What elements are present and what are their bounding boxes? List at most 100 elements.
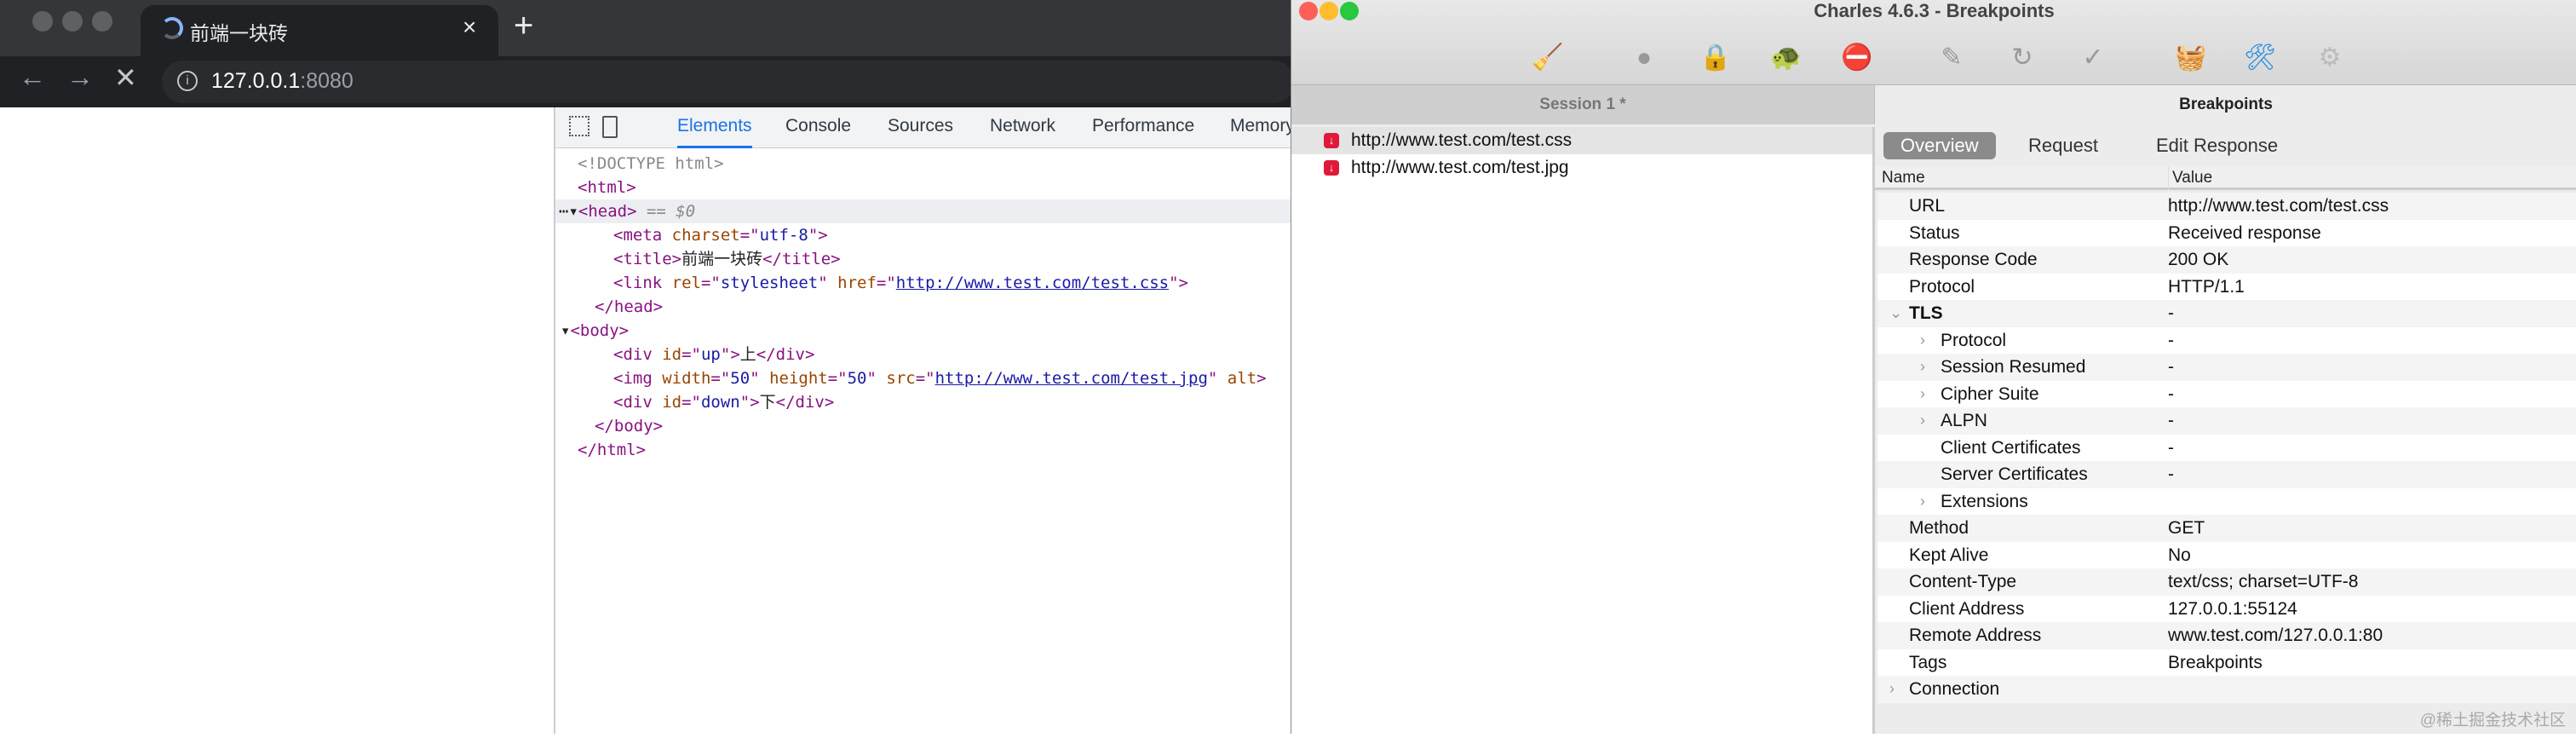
inspect-element-icon[interactable]: [569, 116, 589, 136]
dom-img[interactable]: <img width="50" height="50" src="http://…: [555, 366, 1292, 390]
ssl-proxy-lock-icon[interactable]: 🔒: [1699, 43, 1731, 73]
close-tab-icon[interactable]: ×: [463, 14, 476, 41]
back-icon[interactable]: ←: [19, 61, 46, 93]
tools-icon[interactable]: 🛠: [2244, 43, 2276, 73]
table-row[interactable]: › Connection: [1877, 676, 2576, 703]
tab-sources[interactable]: Sources: [888, 116, 953, 136]
dom-head-close[interactable]: </head>: [555, 295, 1292, 319]
dom-div-down[interactable]: <div id="down">下</div>: [555, 390, 1292, 414]
validate-check-icon[interactable]: ✓: [2078, 43, 2108, 73]
table-row[interactable]: Protocol HTTP/1.1: [1877, 273, 2576, 300]
table-header: Name Value: [1875, 166, 2576, 190]
tab-memory[interactable]: Memory: [1230, 116, 1295, 136]
row-name: Session Resumed: [1941, 357, 2086, 377]
row-name: Client Certificates: [1941, 437, 2081, 458]
url-text: 127.0.0.1:8080: [211, 69, 354, 94]
table-row[interactable]: Kept Alive No: [1877, 541, 2576, 568]
info-icon[interactable]: i: [177, 71, 198, 91]
repeat-icon[interactable]: ↻: [2007, 43, 2038, 73]
dom-meta[interactable]: <meta charset="utf-8">: [555, 223, 1292, 247]
dom-body-node[interactable]: ▾<body>: [555, 319, 1292, 343]
table-row[interactable]: › Protocol -: [1877, 326, 2576, 355]
throttle-turtle-icon[interactable]: 🐢: [1770, 43, 1802, 73]
charles-tabs: Session 1 * Breakpoints: [1291, 85, 2576, 124]
table-row[interactable]: › Extensions: [1877, 487, 2576, 516]
stop-loading-icon[interactable]: ✕: [114, 61, 137, 94]
table-row[interactable]: Response Code 200 OK: [1877, 246, 2576, 274]
device-toolbar-icon[interactable]: [602, 116, 618, 138]
chevron-right-icon[interactable]: ›: [1920, 354, 1925, 381]
compose-pen-icon[interactable]: ✎: [1936, 43, 1967, 73]
tab-network[interactable]: Network: [990, 116, 1055, 136]
selected-marker: == $0: [636, 202, 696, 221]
table-row[interactable]: Content-Type text/css; charset=UTF-8: [1877, 568, 2576, 596]
dom-body-close[interactable]: </body>: [555, 414, 1292, 438]
watermark: @稀土掘金技术社区: [2419, 712, 2566, 729]
tab-breakpoints[interactable]: Breakpoints: [1875, 85, 2576, 124]
chevron-right-icon[interactable]: ›: [1920, 381, 1925, 408]
jpg-link[interactable]: http://www.test.com/test.jpg: [935, 369, 1208, 388]
chevron-right-icon[interactable]: ›: [1920, 488, 1925, 516]
browser-tab[interactable]: 前端一块砖 ×: [141, 5, 498, 56]
chevron-right-icon[interactable]: ›: [1920, 407, 1925, 435]
settings-gear-icon[interactable]: ⚙: [2314, 43, 2345, 73]
table-row[interactable]: › Session Resumed -: [1877, 354, 2576, 381]
tab-edit-response[interactable]: Edit Response: [2139, 132, 2295, 159]
table-row[interactable]: Client Address 127.0.0.1:55124: [1877, 595, 2576, 622]
column-name[interactable]: Name: [1882, 166, 1925, 190]
row-name: URL: [1909, 196, 1946, 216]
table-row[interactable]: Client Certificates -: [1877, 434, 2576, 461]
detail-panel: Overview Request Edit Response Name Valu…: [1875, 127, 2576, 734]
request-url: http://www.test.com/test.css: [1351, 130, 1573, 150]
table-row[interactable]: URL http://www.test.com/test.css: [1877, 193, 2576, 220]
tab-elements[interactable]: Elements: [677, 116, 752, 148]
dom-div-up[interactable]: <div id="up">上</div>: [555, 343, 1292, 366]
close-window-button[interactable]: [32, 11, 53, 32]
basket-icon[interactable]: 🧺: [2175, 43, 2206, 73]
dom-doctype[interactable]: <!DOCTYPE html>: [555, 152, 1292, 176]
head-tag: <head>: [578, 202, 637, 221]
tab-request[interactable]: Request: [2011, 132, 2115, 159]
table-row[interactable]: › Cipher Suite -: [1877, 380, 2576, 408]
chevron-right-icon[interactable]: ›: [1920, 327, 1925, 355]
tab-overview[interactable]: Overview: [1883, 132, 1996, 159]
table-row[interactable]: Status Received response: [1877, 219, 2576, 246]
request-item[interactable]: ↓ http://www.test.com/test.css: [1291, 127, 1872, 154]
table-row[interactable]: ⌄ TLS -: [1877, 300, 2576, 327]
dom-link[interactable]: <link rel="stylesheet" href="http://www.…: [555, 271, 1292, 295]
dom-html-open[interactable]: <html>: [555, 176, 1292, 199]
table-row[interactable]: › ALPN -: [1877, 407, 2576, 435]
row-value: Breakpoints: [2168, 652, 2263, 672]
tab-session[interactable]: Session 1 *: [1291, 85, 1875, 124]
minimize-window-button[interactable]: [62, 11, 83, 32]
forward-icon[interactable]: →: [66, 61, 94, 93]
column-value[interactable]: Value: [2168, 166, 2212, 190]
chevron-right-icon[interactable]: ›: [1889, 676, 1895, 703]
tab-console[interactable]: Console: [785, 116, 851, 136]
row-name: ALPN: [1941, 411, 1987, 430]
css-link[interactable]: http://www.test.com/test.css: [896, 274, 1169, 292]
maximize-window-button[interactable]: [92, 11, 112, 32]
overview-table: URL http://www.test.com/test.css Status Rec…: [1875, 193, 2576, 738]
table-row[interactable]: Method GET: [1877, 515, 2576, 542]
broom-clear-icon[interactable]: 🧹: [1532, 43, 1563, 73]
table-row[interactable]: Remote Address www.test.com/127.0.0.1:80: [1877, 622, 2576, 649]
dom-head-node[interactable]: ⋯▾<head> == $0: [555, 199, 1292, 223]
table-row[interactable]: Tags Breakpoints: [1877, 649, 2576, 676]
loading-spinner-icon: [161, 17, 183, 39]
chevron-down-icon[interactable]: ⌄: [1889, 300, 1902, 327]
devtools-toolbar: Elements Console Sources Network Perform…: [555, 107, 1295, 148]
tab-performance[interactable]: Performance: [1092, 116, 1194, 136]
tab-title: 前端一块砖: [190, 22, 288, 44]
dom-html-close[interactable]: </html>: [555, 438, 1292, 462]
record-icon[interactable]: ●: [1629, 43, 1659, 73]
breakpoints-icon[interactable]: ⛔: [1841, 43, 1872, 73]
table-row[interactable]: Server Certificates -: [1877, 461, 2576, 488]
charles-titlebar: Charles 4.6.3 - Breakpoints 🧹 ● 🔒 🐢 ⛔ ✎ …: [1291, 0, 2576, 85]
url-input[interactable]: i 127.0.0.1:8080: [162, 61, 1295, 103]
row-name: Client Address: [1909, 598, 2025, 619]
new-tab-button[interactable]: +: [514, 7, 533, 45]
dom-title[interactable]: <title>前端一块砖</title>: [555, 247, 1292, 271]
request-item[interactable]: ↓ http://www.test.com/test.jpg: [1291, 154, 1872, 182]
row-value: Received response: [2168, 222, 2321, 243]
